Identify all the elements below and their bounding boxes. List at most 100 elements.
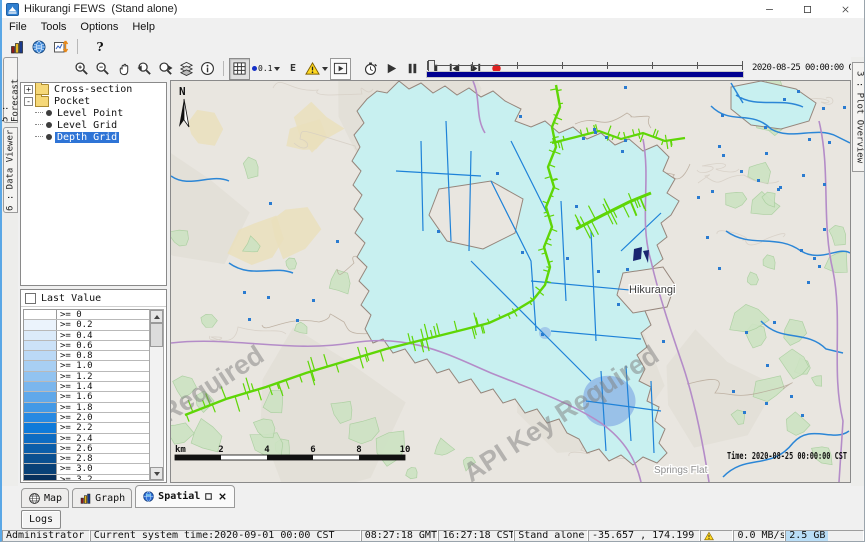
station-marker[interactable] xyxy=(617,303,620,306)
station-marker[interactable] xyxy=(801,414,804,417)
zoom-in-button[interactable] xyxy=(71,58,92,80)
station-marker[interactable] xyxy=(722,154,725,157)
station-marker[interactable] xyxy=(765,152,768,155)
menu-item-file[interactable]: File xyxy=(2,21,34,33)
station-marker[interactable] xyxy=(800,249,803,252)
station-marker[interactable] xyxy=(757,179,760,182)
tree-item-pocket[interactable]: -Pocket xyxy=(21,95,166,107)
station-marker[interactable] xyxy=(745,331,748,334)
animation-dialog-button[interactable] xyxy=(330,58,351,80)
station-marker[interactable] xyxy=(594,131,597,134)
station-marker[interactable] xyxy=(437,230,440,233)
timeline-slider[interactable] xyxy=(427,60,743,77)
station-marker[interactable] xyxy=(779,186,782,189)
station-marker[interactable] xyxy=(813,257,816,260)
dock-tab-graph[interactable]: Graph xyxy=(72,488,132,508)
sidebar-tab-forecast[interactable]: 5 : Forecast xyxy=(3,57,18,123)
station-marker[interactable] xyxy=(566,257,569,260)
station-marker[interactable] xyxy=(248,318,251,321)
station-marker[interactable] xyxy=(797,90,800,93)
dock-close-button[interactable] xyxy=(217,491,228,502)
tree-item-level-point[interactable]: Level Point xyxy=(35,107,166,119)
play-button[interactable] xyxy=(381,58,402,80)
station-marker[interactable] xyxy=(790,395,793,398)
station-marker[interactable] xyxy=(269,202,272,205)
tree-item-depth-grid[interactable]: Depth Grid xyxy=(35,131,166,143)
station-marker[interactable] xyxy=(312,299,315,302)
station-marker[interactable] xyxy=(740,170,743,173)
tree-item-cross-section[interactable]: +Cross-section xyxy=(21,83,166,95)
station-marker[interactable] xyxy=(662,340,665,343)
zoom-out-button[interactable] xyxy=(92,58,113,80)
station-marker[interactable] xyxy=(296,319,299,322)
menu-item-tools[interactable]: Tools xyxy=(34,21,74,33)
station-marker[interactable] xyxy=(808,138,811,141)
tree-item-level-grid[interactable]: Level Grid xyxy=(35,119,166,131)
menu-item-help[interactable]: Help xyxy=(125,21,162,33)
zoom-previous-button[interactable] xyxy=(134,58,155,80)
map-view[interactable]: API Key RequiredAPI Key Required Hikuran… xyxy=(170,80,851,483)
zoom-next-button[interactable] xyxy=(155,58,176,80)
help-button[interactable]: ? xyxy=(83,37,117,56)
station-marker[interactable] xyxy=(605,136,608,139)
menu-item-options[interactable]: Options xyxy=(73,21,125,33)
station-marker[interactable] xyxy=(732,390,735,393)
sidebar-tab-data-viewer[interactable]: 6 : Data Viewer xyxy=(3,127,18,213)
class-interval-button[interactable]: 0.1 xyxy=(250,58,282,80)
station-marker[interactable] xyxy=(541,333,544,336)
dock-tab-map[interactable]: Map xyxy=(21,488,69,508)
station-marker[interactable] xyxy=(626,268,629,271)
station-marker[interactable] xyxy=(519,115,522,118)
station-marker[interactable] xyxy=(766,364,769,367)
flood-marker-icon[interactable] xyxy=(633,247,642,261)
station-marker[interactable] xyxy=(828,141,831,144)
close-button[interactable] xyxy=(826,0,864,18)
thresholds-caret-icon[interactable] xyxy=(322,67,328,71)
station-marker[interactable] xyxy=(773,321,776,324)
import-timeseries-button[interactable] xyxy=(50,37,72,56)
station-marker[interactable] xyxy=(843,106,846,109)
station-marker[interactable] xyxy=(764,126,767,129)
class-interval-caret-icon[interactable] xyxy=(274,67,280,71)
station-marker[interactable] xyxy=(593,128,596,131)
thresholds-button[interactable] xyxy=(303,58,330,80)
station-marker[interactable] xyxy=(802,174,805,177)
scroll-down-icon[interactable] xyxy=(150,467,163,480)
logs-button[interactable]: Logs xyxy=(21,510,61,529)
station-marker[interactable] xyxy=(807,281,810,284)
tree-expander-icon[interactable]: - xyxy=(24,97,33,106)
station-marker[interactable] xyxy=(823,228,826,231)
station-marker[interactable] xyxy=(336,240,339,243)
station-marker[interactable] xyxy=(783,98,786,101)
station-marker[interactable] xyxy=(597,270,600,273)
grid-labels-button[interactable]: E xyxy=(282,58,303,80)
station-marker[interactable] xyxy=(621,150,624,153)
station-marker[interactable] xyxy=(718,145,721,148)
station-marker[interactable] xyxy=(743,411,746,414)
station-marker[interactable] xyxy=(624,139,627,142)
timeseries-dialog-button[interactable] xyxy=(6,37,28,56)
sidebar-tab-plot-overview[interactable]: 3 : Plot Overview xyxy=(852,62,865,172)
maximize-button[interactable] xyxy=(788,0,826,18)
station-marker[interactable] xyxy=(521,251,524,254)
station-marker[interactable] xyxy=(711,190,714,193)
minimize-button[interactable] xyxy=(750,0,788,18)
grid-toggle-button[interactable] xyxy=(229,58,250,80)
station-marker[interactable] xyxy=(721,114,724,117)
station-marker[interactable] xyxy=(765,402,768,405)
station-marker[interactable] xyxy=(624,86,627,89)
station-marker[interactable] xyxy=(496,172,499,175)
dock-tab-spatial[interactable]: Spatial xyxy=(135,485,235,508)
station-marker[interactable] xyxy=(718,267,721,270)
dock-restore-button[interactable] xyxy=(203,491,214,502)
station-marker[interactable] xyxy=(582,137,585,140)
station-marker[interactable] xyxy=(822,107,825,110)
tree-expander-icon[interactable]: + xyxy=(24,85,33,94)
pan-button[interactable] xyxy=(113,58,134,80)
station-marker[interactable] xyxy=(706,236,709,239)
grid-display-button[interactable] xyxy=(28,37,50,56)
layers-button[interactable] xyxy=(176,58,197,80)
scroll-up-icon[interactable] xyxy=(150,310,163,323)
station-marker[interactable] xyxy=(243,291,246,294)
pause-button[interactable] xyxy=(402,58,423,80)
